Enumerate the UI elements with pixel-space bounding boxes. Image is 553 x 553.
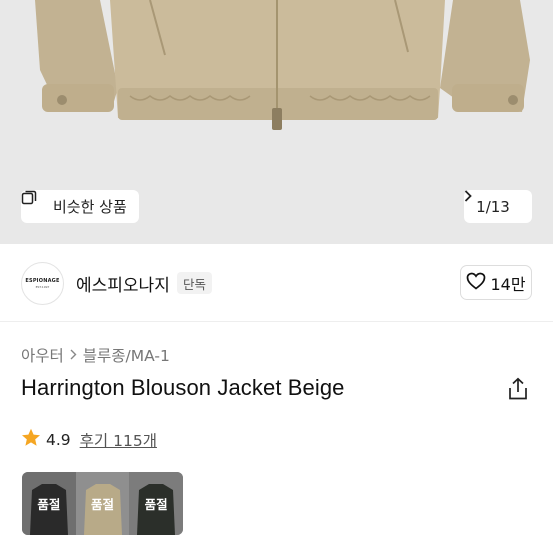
color-option-beige[interactable]: 품절: [75, 472, 130, 535]
share-icon[interactable]: [507, 377, 529, 401]
color-options: 품절 품절 품절: [22, 472, 183, 535]
color-option-dark-olive[interactable]: 품절: [129, 472, 183, 535]
sold-out-label: 품절: [91, 497, 115, 512]
product-title: Harrington Blouson Jacket Beige: [21, 375, 345, 400]
sold-out-label: 품절: [37, 497, 61, 512]
like-count: 14만: [490, 274, 526, 294]
brand-logo-text: ESPIONAGE: [25, 278, 60, 284]
heart-icon: [466, 272, 486, 294]
image-counter-button[interactable]: 1/13: [464, 190, 532, 223]
breadcrumb-item[interactable]: 블루종/MA-1: [83, 344, 170, 366]
brand-row: ESPIONAGE EST.1997 에스피오나지 단독 14만: [0, 244, 553, 322]
brand-logo[interactable]: ESPIONAGE EST.1997: [21, 262, 64, 305]
breadcrumb-item[interactable]: 아우터: [21, 344, 64, 366]
breadcrumb: 아우터 블루종/MA-1: [21, 344, 170, 366]
exclusive-badge: 단독: [177, 272, 213, 294]
star-icon: [21, 428, 41, 451]
chevron-right-icon: [70, 346, 77, 364]
similar-products-button[interactable]: 비슷한 상품: [21, 190, 139, 223]
similar-products-label: 비슷한 상품: [53, 198, 127, 216]
sold-out-label: 품절: [144, 497, 168, 512]
reviews-link[interactable]: 후기 115개: [80, 429, 157, 451]
rating: 4.9 후기 115개: [21, 428, 157, 451]
like-button[interactable]: 14만: [460, 265, 532, 300]
copy-icon: [21, 190, 47, 215]
image-counter: 1/13: [476, 197, 510, 216]
color-option-black[interactable]: 품절: [22, 472, 76, 535]
brand-logo-subtext: EST.1997: [35, 285, 50, 289]
brand-name[interactable]: 에스피오나지: [76, 271, 170, 296]
product-image[interactable]: 비슷한 상품 1/13: [0, 0, 553, 244]
rating-score: 4.9: [46, 430, 71, 449]
